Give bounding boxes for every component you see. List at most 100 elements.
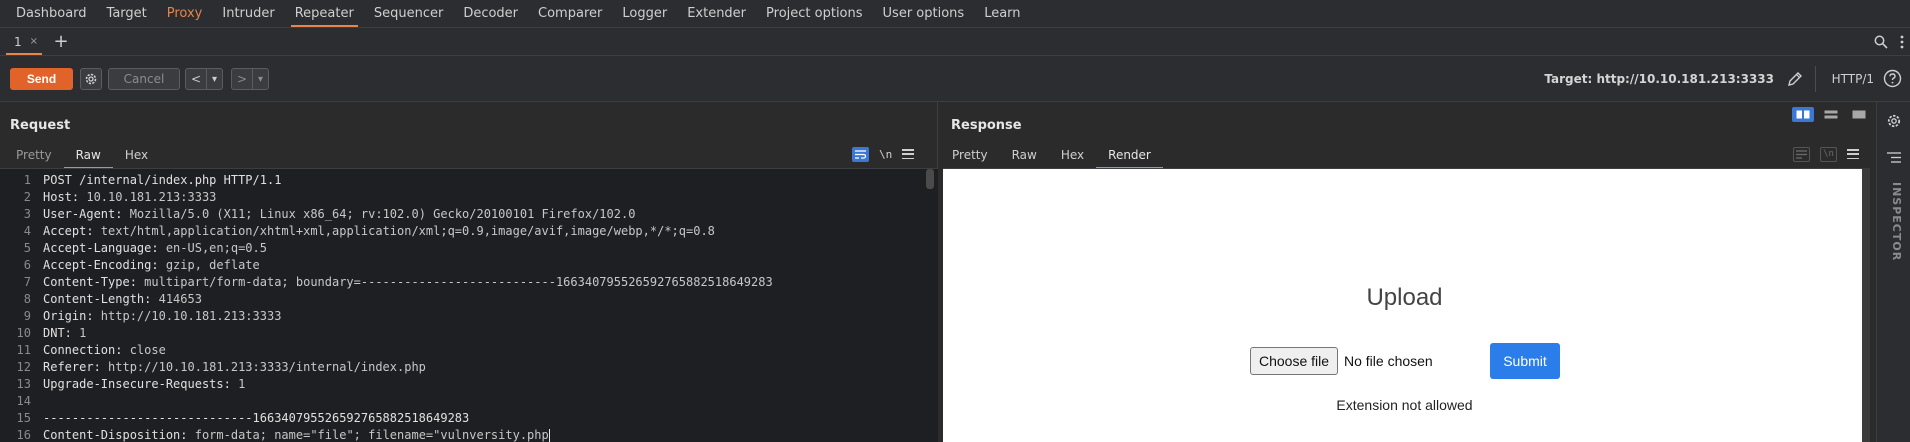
line-content: Referer: http://10.10.181.213:3333/inter… [43,359,426,376]
line-content: Upgrade-Insecure-Requests: 1 [43,376,245,393]
more-options-icon[interactable] [1900,35,1904,49]
search-icon[interactable] [1874,35,1888,49]
upload-heading: Upload [1366,284,1443,311]
back-history-dropdown[interactable]: ▾ [207,69,222,89]
request-tab-pretty[interactable]: Pretty [4,144,64,166]
line-number: 5 [23,241,31,255]
response-editor-tools: \n [1793,144,1859,164]
menu-proxy[interactable]: Proxy [157,0,213,27]
wrap-lines-icon [855,149,866,159]
show-newlines-toggle[interactable]: \n [879,148,892,161]
response-newlines-toggle[interactable]: \n [1820,146,1837,162]
text-cursor [548,428,550,442]
request-raw-editor[interactable]: 1 POST /internal/index.php HTTP/1.1 2 Host:… [0,168,938,442]
line-content: Content-Length: 414653 [43,291,202,308]
menu-logger[interactable]: Logger [612,0,677,27]
file-status-text: No file chosen [1344,353,1433,369]
line-number: 7 [23,275,31,289]
add-tab-icon[interactable]: + [46,28,76,55]
header-value: close [122,343,166,357]
request-panel: Request Pretty Raw Hex \n 1 POST /interna… [0,102,938,442]
header-value: 1 [230,377,246,391]
request-menu-icon[interactable] [902,149,915,159]
send-button[interactable]: Send [10,68,73,90]
response-wrap-toggle[interactable] [1793,146,1810,162]
request-line: 10 DNT: 1 [0,325,920,342]
menu-dashboard[interactable]: Dashboard [6,0,97,27]
columns-layout-icon [1796,110,1810,119]
menu-repeater[interactable]: Repeater [285,0,364,27]
request-line: 14 [0,393,920,410]
menu-extender[interactable]: Extender [677,0,756,27]
menu-comparer[interactable]: Comparer [528,0,612,27]
layout-side-by-side-button[interactable] [1792,107,1814,122]
response-tab-render[interactable]: Render [1096,144,1163,169]
target-url-label: Target: http://10.10.181.213:3333 [1544,72,1774,86]
burp-suite-window: Dashboard Target Proxy Intruder Repeater… [0,0,1910,442]
line-content: DNT: 1 [43,325,86,342]
request-tab-raw[interactable]: Raw [63,144,114,169]
edit-target-pencil-icon[interactable] [1786,70,1804,88]
request-line: 2 Host: 10.10.181.213:3333 [0,189,920,206]
repeater-tab-1[interactable]: 1 × [0,28,46,55]
http-version-selector[interactable]: HTTP/1 [1832,68,1874,90]
menu-user-options[interactable]: User options [873,0,975,27]
line-number: 1 [23,173,31,187]
line-content: User-Agent: Mozilla/5.0 (X11; Linux x86_… [43,206,635,223]
response-view-tabs: Pretty Raw Hex Render [940,144,1163,169]
layout-tabs-button[interactable] [1848,107,1870,122]
response-tab-raw[interactable]: Raw [1000,144,1049,166]
request-line: 13 Upgrade-Insecure-Requests: 1 [0,376,920,393]
header-value: form-data; name="file"; filename="vulnve… [187,428,549,442]
request-line: 3 User-Agent: Mozilla/5.0 (X11; Linux x86… [0,206,920,223]
response-newline-label: \n [1823,149,1834,159]
menu-target[interactable]: Target [97,0,157,27]
line-content: Accept: text/html,application/xhtml+xml,… [43,223,715,240]
inspector-settings-gear-icon[interactable] [1886,113,1902,129]
header-value: 1 [71,326,87,340]
tabrow-tools [1874,28,1910,56]
choose-file-button[interactable]: Choose file [1250,347,1338,375]
menu-project-options[interactable]: Project options [756,0,873,27]
menu-intruder[interactable]: Intruder [212,0,284,27]
header-name: Origin: [43,309,94,323]
response-title: Response [951,118,1022,133]
header-name: POST /internal/index.php HTTP/1.1 [43,173,282,187]
request-line: 9 Origin: http://10.10.181.213:3333 [0,308,920,325]
header-name: Accept-Language: [43,241,159,255]
response-tab-pretty[interactable]: Pretty [940,144,1000,166]
response-tab-hex[interactable]: Hex [1049,144,1096,166]
close-tab-icon[interactable]: × [30,36,38,47]
header-name: Upgrade-Insecure-Requests: [43,377,231,391]
repeater-toolbar: Send Cancel < ▾ > ▾ Target: http://10.10… [0,56,1910,102]
back-button[interactable]: < [186,69,207,89]
line-content: Connection: close [43,342,166,359]
layout-stacked-button[interactable] [1820,107,1842,122]
request-tab-hex[interactable]: Hex [113,144,160,166]
menu-decoder[interactable]: Decoder [453,0,528,27]
forward-button[interactable]: > [232,69,253,89]
forward-history-dropdown[interactable]: ▾ [253,69,268,89]
help-icon[interactable] [1883,69,1902,88]
wrap-lines-icon [1796,149,1807,159]
request-editor-scrollbar[interactable] [926,169,934,189]
settings-button[interactable] [80,68,102,90]
request-view-tabs: Pretty Raw Hex [4,144,160,169]
line-content: Content-Type: multipart/form-data; bound… [43,274,773,291]
header-value: http://10.10.181.213:3333 [93,309,282,323]
back-nav-group: < ▾ [185,68,223,90]
line-number: 4 [23,224,31,238]
header-name: Host: [43,190,80,204]
menu-sequencer[interactable]: Sequencer [364,0,453,27]
response-scrollbar[interactable] [1862,168,1870,442]
word-wrap-toggle[interactable] [852,146,869,162]
response-menu-icon[interactable] [1847,149,1859,159]
cancel-button[interactable]: Cancel [108,68,180,90]
inspector-tab[interactable]: INSPECTOR [1883,182,1903,261]
menu-learn[interactable]: Learn [974,0,1030,27]
inspector-list-icon[interactable] [1887,152,1901,163]
header-value: gzip, deflate [158,258,260,272]
header-value: multipart/form-data; boundary=----------… [136,275,773,289]
header-name: -----------------------------16634079552… [43,411,470,425]
submit-button[interactable]: Submit [1490,343,1560,379]
